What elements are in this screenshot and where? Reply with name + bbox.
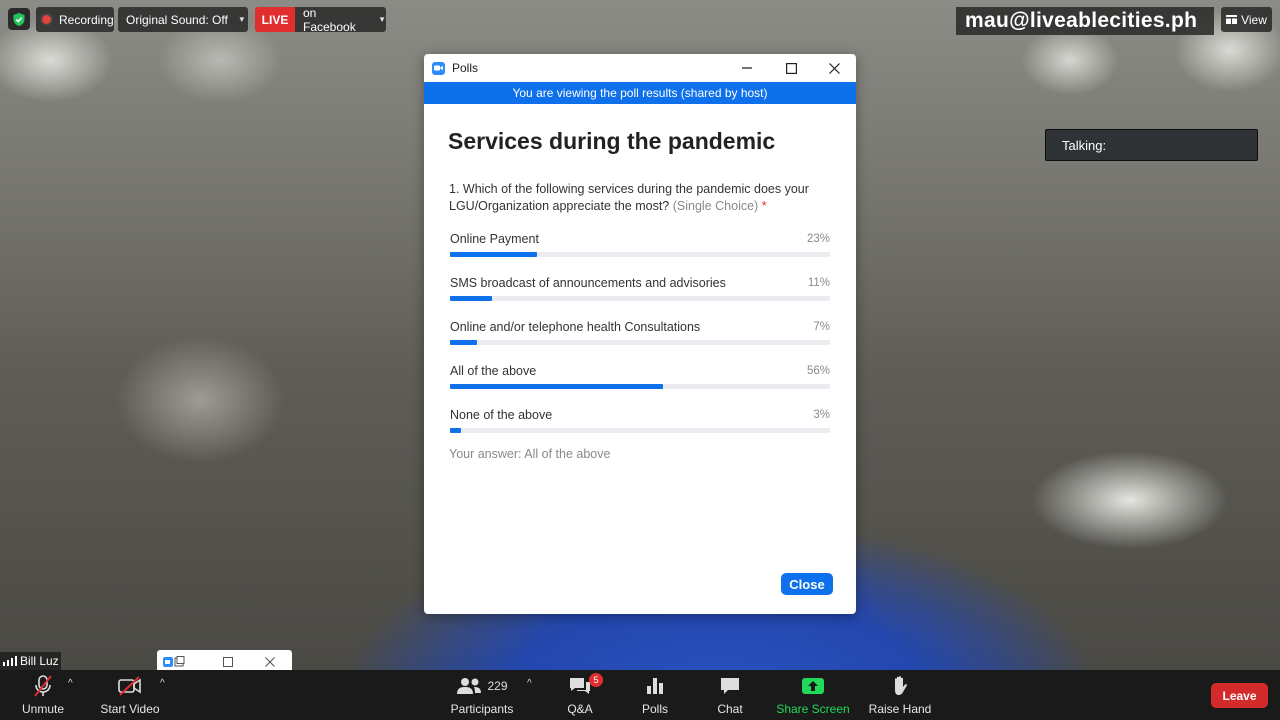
window-titlebar[interactable]: Polls xyxy=(424,54,856,82)
qa-count-badge: 5 xyxy=(589,673,603,687)
talking-indicator: Talking: xyxy=(1045,129,1258,161)
chat-icon xyxy=(721,678,739,694)
zoom-app-icon xyxy=(432,61,445,75)
your-answer: Your answer: All of the above xyxy=(449,447,611,461)
option-label: Online and/or telephone health Consultat… xyxy=(450,320,701,334)
meeting-toolbar: Unmute ^ Start Video ^ 229 Participants … xyxy=(0,670,1280,720)
maximize-icon xyxy=(785,62,797,74)
participants-label: Participants xyxy=(450,702,514,716)
video-options-chevron-icon[interactable]: ^ xyxy=(160,678,165,689)
polls-icon xyxy=(647,678,663,694)
result-bar-track xyxy=(450,340,830,345)
raise-hand-button[interactable]: Raise Hand xyxy=(868,670,932,720)
result-bar-fill xyxy=(450,252,538,257)
window-title: Polls xyxy=(452,61,479,75)
grid-view-icon xyxy=(1226,15,1238,24)
security-shield-icon[interactable] xyxy=(8,8,30,30)
qa-label: Q&A xyxy=(567,702,593,716)
results-banner: You are viewing the poll results (shared… xyxy=(424,82,856,104)
participants-options-chevron-icon[interactable]: ^ xyxy=(527,678,532,689)
close-icon xyxy=(828,62,840,74)
minimize-icon xyxy=(742,67,752,69)
view-button[interactable]: View xyxy=(1221,7,1272,32)
unmute-label: Unmute xyxy=(21,702,65,716)
raise-hand-icon xyxy=(895,676,907,695)
question-hint: (Single Choice) xyxy=(672,199,759,213)
start-video-label: Start Video xyxy=(100,702,160,716)
original-sound-toggle[interactable]: Original Sound: Off ▼ xyxy=(118,7,248,32)
option-percent: 56% xyxy=(806,365,830,377)
result-bar-fill xyxy=(450,340,477,345)
option-label: All of the above xyxy=(450,364,537,378)
result-bar-fill xyxy=(450,384,663,389)
participants-button[interactable]: 229 Participants xyxy=(450,670,514,720)
maximize-icon xyxy=(223,657,233,667)
microphone-muted-icon xyxy=(34,675,52,697)
polls-label: Polls xyxy=(641,702,668,716)
recording-dot-icon xyxy=(42,15,51,24)
result-bar-fill xyxy=(450,428,462,433)
top-bar: Recording Original Sound: Off ▼ LIVE on … xyxy=(0,0,1280,38)
option-percent: 23% xyxy=(806,233,830,245)
result-bar-track xyxy=(450,384,830,389)
live-target-label: on Facebook xyxy=(303,5,356,34)
self-view-name-tag: Bill Luz xyxy=(0,652,61,670)
polls-window: Polls You are viewing the poll results (… xyxy=(424,54,856,614)
poll-options: Online Payment 23% SMS broadcast of anno… xyxy=(450,231,830,451)
share-screen-label: Share Screen xyxy=(776,702,850,716)
poll-option: All of the above 56% xyxy=(450,363,830,407)
original-sound-label: Original Sound: Off xyxy=(126,12,228,27)
option-percent: 3% xyxy=(813,409,830,421)
live-target-dropdown[interactable]: on Facebook ▼ xyxy=(295,5,386,34)
share-screen-button[interactable]: Share Screen xyxy=(776,670,850,720)
chevron-down-icon: ▼ xyxy=(237,15,246,24)
option-label: SMS broadcast of announcements and advis… xyxy=(450,276,726,290)
poll-option: Online and/or telephone health Consultat… xyxy=(450,319,830,363)
leave-button[interactable]: Leave xyxy=(1211,683,1268,708)
maximize-button[interactable] xyxy=(771,54,811,82)
share-screen-icon xyxy=(802,678,824,694)
video-camera-off-icon xyxy=(118,676,141,696)
close-icon xyxy=(265,657,275,667)
poll-option: SMS broadcast of announcements and advis… xyxy=(450,275,830,319)
required-mark: * xyxy=(761,199,767,213)
email-watermark: mau@liveablecities.ph xyxy=(956,7,1214,35)
chat-label: Chat xyxy=(717,702,743,716)
chevron-down-icon: ▼ xyxy=(378,15,386,24)
option-label: Online Payment xyxy=(450,232,539,246)
poll-option: None of the above 3% xyxy=(450,407,830,451)
recording-indicator[interactable]: Recording xyxy=(36,7,114,32)
audio-options-chevron-icon[interactable]: ^ xyxy=(68,678,73,689)
option-percent: 11% xyxy=(807,277,830,289)
result-bar-track xyxy=(450,428,830,433)
participants-icon xyxy=(457,678,482,694)
view-label: View xyxy=(1241,12,1267,27)
result-bar-track xyxy=(450,252,830,257)
poll-title: Services during the pandemic xyxy=(448,128,776,154)
signal-bars-icon xyxy=(3,656,17,666)
poll-option: Online Payment 23% xyxy=(450,231,830,275)
option-percent: 7% xyxy=(813,321,830,333)
poll-question: 1. Which of the following services durin… xyxy=(449,181,829,215)
chat-button[interactable]: Chat xyxy=(712,670,748,720)
result-bar-fill xyxy=(450,296,492,301)
close-button[interactable]: Close xyxy=(781,573,833,595)
recording-label: Recording xyxy=(59,12,114,27)
window-close-button[interactable] xyxy=(814,54,854,82)
live-badge: LIVE xyxy=(255,7,295,32)
start-video-button[interactable]: Start Video xyxy=(100,670,160,720)
minimize-button[interactable] xyxy=(727,54,767,82)
raise-hand-label: Raise Hand xyxy=(868,702,932,716)
polls-button[interactable]: Polls xyxy=(636,670,674,720)
participant-name: Bill Luz xyxy=(20,654,59,668)
unmute-button[interactable]: Unmute xyxy=(14,670,72,720)
participants-count: 229 xyxy=(487,679,508,693)
result-bar-track xyxy=(450,296,830,301)
option-label: None of the above xyxy=(450,408,553,422)
